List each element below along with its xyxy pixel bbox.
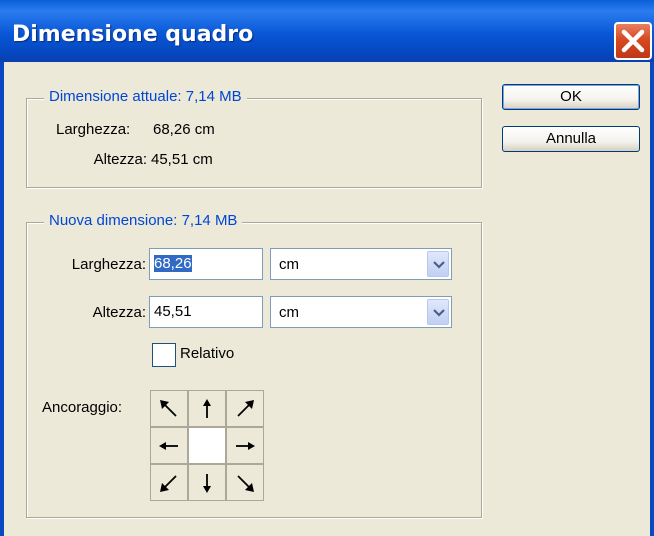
height-unit-value: cm: [279, 304, 299, 321]
anchor-bottom[interactable]: [188, 464, 226, 501]
current-width-value: 68,26 cm: [153, 121, 215, 138]
arrow-up-icon: [203, 398, 211, 418]
arrow-up-right-icon: [237, 399, 254, 417]
width-unit-value: cm: [279, 256, 299, 273]
close-button[interactable]: [614, 22, 652, 60]
new-height-label: Altezza:: [92, 304, 146, 321]
anchor-left[interactable]: [150, 427, 188, 464]
new-width-label: Larghezza:: [71, 256, 146, 273]
arrow-up-left-icon: [160, 399, 177, 417]
window-title: Dimensione quadro: [12, 22, 254, 47]
ok-button[interactable]: OK: [502, 84, 640, 110]
cancel-button[interactable]: Annulla: [502, 126, 640, 152]
height-input[interactable]: 45,51: [149, 296, 263, 328]
close-icon: [621, 29, 645, 53]
title-bar[interactable]: Dimensione quadro: [0, 0, 654, 62]
new-size-legend: Nuova dimensione: 7,14 MB: [44, 212, 243, 229]
chevron-down-icon: [433, 261, 445, 269]
width-unit-select[interactable]: cm: [270, 248, 452, 280]
window-border-left: [0, 62, 4, 536]
current-size-legend: Dimensione attuale: 7,14 MB: [44, 88, 247, 105]
anchor-right[interactable]: [226, 427, 264, 464]
arrow-left-icon: [159, 441, 178, 450]
arrow-right-icon: [236, 441, 255, 450]
anchor-bottom-right[interactable]: [226, 464, 264, 501]
height-input-value: 45,51: [154, 303, 192, 320]
anchor-top-right[interactable]: [226, 390, 264, 427]
width-unit-dropdown-button[interactable]: [427, 251, 449, 277]
width-input[interactable]: 68,26: [149, 248, 263, 280]
current-height-label: Altezza:: [93, 151, 147, 168]
current-height-value: 45,51 cm: [151, 151, 213, 168]
anchor-top[interactable]: [188, 390, 226, 427]
height-unit-dropdown-button[interactable]: [427, 299, 449, 325]
chevron-down-icon: [433, 309, 445, 317]
window-border-right: [650, 62, 654, 536]
relative-label[interactable]: Relativo: [180, 345, 234, 362]
height-unit-select[interactable]: cm: [270, 296, 452, 328]
arrow-down-right-icon: [237, 474, 254, 492]
anchor-label: Ancoraggio:: [42, 399, 123, 416]
relative-checkbox[interactable]: [152, 343, 176, 367]
arrow-down-icon: [203, 473, 211, 493]
anchor-top-left[interactable]: [150, 390, 188, 427]
anchor-center[interactable]: [188, 427, 226, 464]
current-size-group: [26, 98, 482, 188]
anchor-grid: [150, 390, 264, 502]
width-input-value: 68,26: [154, 255, 192, 272]
current-width-label: Larghezza:: [56, 121, 131, 138]
anchor-bottom-left[interactable]: [150, 464, 188, 501]
arrow-down-left-icon: [160, 474, 177, 492]
